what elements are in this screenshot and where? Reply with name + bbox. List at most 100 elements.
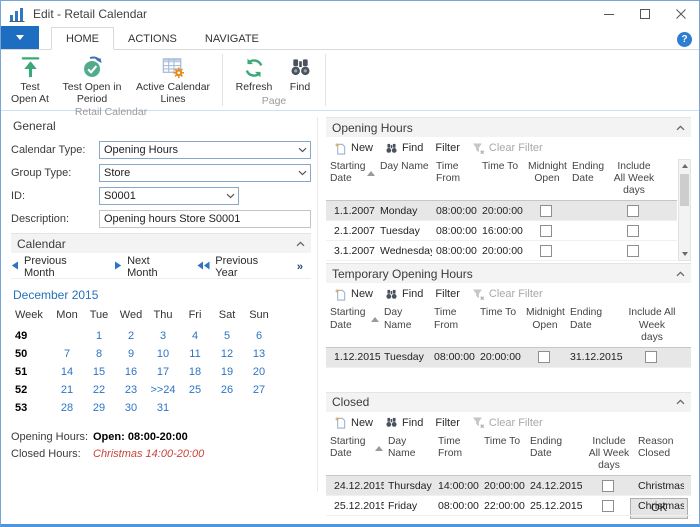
column-header[interactable]: Starting Date [326,159,376,200]
calendar-day[interactable]: 5 [211,327,243,345]
previous-year-button[interactable]: Previous Year [197,255,282,279]
calendar-day[interactable]: 1 [83,327,115,345]
scrollbar[interactable] [678,159,691,262]
group-type-dropdown[interactable]: Store [99,164,311,182]
filter-button[interactable]: Filter [429,140,465,156]
calendar-day[interactable]: 7 [51,345,83,363]
calendar-day[interactable]: 6 [243,327,275,345]
find-button[interactable]: Find [379,414,429,431]
calendar-day[interactable]: 18 [179,363,211,381]
calendar-day[interactable]: 8 [83,345,115,363]
column-header[interactable]: Time To [480,434,526,475]
calendar-day[interactable]: 21 [51,381,83,399]
calendar-day[interactable]: 28 [51,399,83,417]
column-header[interactable]: Ending Date [526,434,582,475]
collapse-icon[interactable] [676,271,685,277]
calendar-day[interactable]: 17 [147,363,179,381]
chevron-down-icon[interactable] [222,188,238,204]
checkbox[interactable] [627,224,639,237]
tab-navigate[interactable]: NAVIGATE [191,28,273,49]
calendar-day[interactable]: 12 [211,345,243,363]
column-header[interactable]: Ending Date [568,159,608,200]
clear-filter-button[interactable]: Clear Filter [466,286,549,303]
calendar-day[interactable]: 26 [211,381,243,399]
calendar-day[interactable]: 30 [115,399,147,417]
column-header[interactable]: Day Name [380,305,430,346]
new-button[interactable]: New [328,414,379,431]
table-row[interactable]: 1.1.2007 Monday 08:00:00 20:00:00 [326,201,677,222]
scrollbar-thumb[interactable] [680,174,689,206]
checkbox[interactable] [540,204,552,217]
collapse-icon[interactable] [676,124,685,131]
filter-button[interactable]: Filter [429,286,465,302]
column-header[interactable]: Midnight Open [524,159,568,200]
checkbox[interactable] [602,499,614,512]
calendar-day[interactable]: 11 [179,345,211,363]
more-commands-icon[interactable]: » [297,261,311,273]
calendar-day[interactable]: 25 [179,381,211,399]
next-month-button[interactable]: Next Month [114,255,182,279]
collapse-icon[interactable] [296,240,305,247]
calendar-type-dropdown[interactable]: Opening Hours [99,141,311,159]
find-button[interactable]: Find [280,53,320,94]
column-header[interactable]: Time To [476,305,522,346]
new-button[interactable]: New [328,140,379,157]
active-calendar-lines-button[interactable]: Active Calendar Lines [129,53,217,106]
checkbox[interactable] [540,244,552,257]
minimize-button[interactable] [591,1,627,27]
chevron-down-icon[interactable] [294,165,310,181]
description-field[interactable]: Opening hours Store S0001 [99,210,311,228]
scroll-down-icon[interactable] [679,247,690,260]
column-header[interactable]: Starting Date [326,434,384,475]
table-row[interactable]: 25.12.2015 Friday 08:00:00 22:00:00 25.12.20… [326,496,691,517]
collapse-icon[interactable] [676,399,685,405]
clear-filter-button[interactable]: Clear Filter [466,414,549,431]
checkbox[interactable] [540,224,552,237]
column-header[interactable]: Time From [434,434,480,475]
table-row[interactable]: 3.1.2007 Wednesday 08:00:00 20:00:00 [326,241,677,262]
new-button[interactable]: New [328,286,379,303]
app-menu-button[interactable] [1,26,39,49]
column-header[interactable]: Include All Week days [608,159,658,200]
id-dropdown[interactable]: S0001 [99,187,239,205]
column-header[interactable]: Include All Week days [624,305,678,346]
column-header[interactable]: Starting Date [326,305,380,346]
calendar-day[interactable]: 31 [147,399,179,417]
column-header[interactable]: Day Name [376,159,432,200]
table-row[interactable]: 1.12.2015 Tuesday 08:00:00 20:00:00 31.12.20… [326,347,691,368]
previous-month-button[interactable]: Previous Month [11,255,99,279]
maximize-button[interactable] [627,1,663,27]
help-icon[interactable]: ? [677,32,692,47]
test-open-at-button[interactable]: Test Open At [5,53,55,106]
column-header[interactable]: Time From [430,305,476,346]
calendar-day[interactable]: 9 [115,345,147,363]
calendar-section-header[interactable]: Calendar [11,233,311,253]
column-header[interactable]: Time To [478,159,524,200]
grid-section-header[interactable]: Closed [326,391,691,412]
clear-filter-button[interactable]: Clear Filter [466,140,549,157]
column-header[interactable]: Reason Closed [634,434,684,475]
calendar-day[interactable]: 13 [243,345,275,363]
scroll-up-icon[interactable] [679,160,690,173]
filter-button[interactable]: Filter [429,415,465,431]
refresh-button[interactable]: Refresh [228,53,280,94]
find-button[interactable]: Find [379,286,429,303]
calendar-day[interactable]: 22 [83,381,115,399]
column-header[interactable]: Day Name [384,434,434,475]
checkbox[interactable] [538,351,550,364]
calendar-day[interactable]: 15 [83,363,115,381]
calendar-day[interactable]: 3 [147,327,179,345]
calendar-day[interactable]: 16 [115,363,147,381]
grid-section-header[interactable]: Opening Hours [326,117,691,137]
checkbox[interactable] [645,351,657,364]
table-row[interactable]: 24.12.2015 Thursday 14:00:00 20:00:00 24.12.… [326,476,691,497]
calendar-day[interactable]: 20 [243,363,275,381]
tab-home[interactable]: HOME [51,27,114,50]
checkbox[interactable] [627,204,639,217]
calendar-day[interactable]: 29 [83,399,115,417]
calendar-day[interactable]: >>24 [147,381,179,399]
tab-actions[interactable]: ACTIONS [114,28,191,49]
calendar-day[interactable]: 14 [51,363,83,381]
checkbox[interactable] [602,479,614,492]
close-button[interactable] [663,1,699,27]
